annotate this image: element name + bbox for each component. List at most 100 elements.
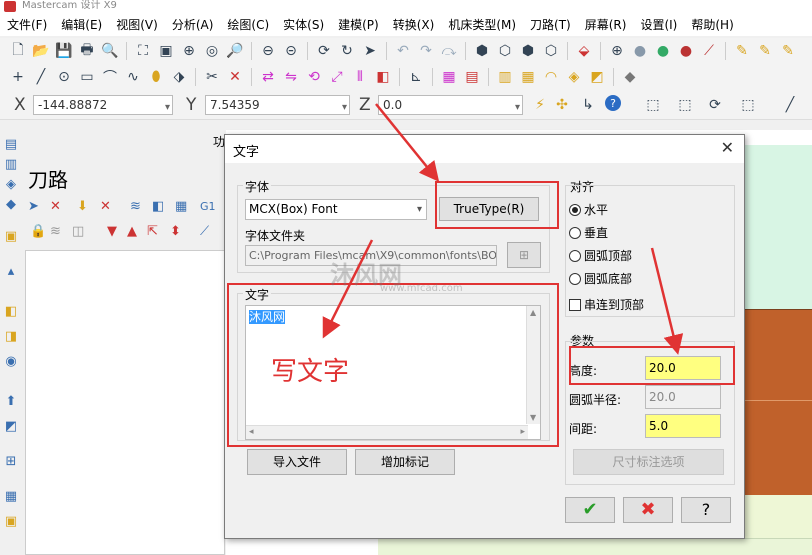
scale-icon[interactable]: ⤢ <box>327 67 347 87</box>
add-mark-button[interactable]: 增加标记 <box>355 449 455 475</box>
move-up-icon[interactable]: ▲ <box>127 224 137 239</box>
pencil-icon[interactable]: ✎ <box>732 41 752 61</box>
planes-manager-icon[interactable]: ◈ <box>3 178 19 192</box>
select-all-icon[interactable]: ⬚ <box>738 95 758 115</box>
align-arc-top-radio[interactable]: 圆弧顶部 <box>569 247 632 264</box>
menu-view[interactable]: 视图(V) <box>109 15 165 35</box>
solid-manager-icon[interactable]: ▥ <box>3 158 19 172</box>
select-window-icon[interactable]: ⬚ <box>643 95 663 115</box>
help-icon[interactable]: ? <box>605 95 621 111</box>
pencil-3-icon[interactable]: ✎ <box>778 41 798 61</box>
zoom-in-icon[interactable]: 🔎 <box>225 41 245 61</box>
surface-4-icon[interactable]: ◈ <box>564 67 584 87</box>
save-icon[interactable]: 💾 <box>54 41 74 61</box>
strip-cube-icon[interactable]: ◧ <box>3 305 19 319</box>
x-coordinate-input[interactable]: -144.88872 ▾ <box>33 95 173 115</box>
wireframe-sphere-icon[interactable]: ⊕ <box>607 41 627 61</box>
regen-icon[interactable]: ⬇ <box>77 199 88 214</box>
planes-icon[interactable]: ⬙ <box>574 41 594 61</box>
chevron-down-icon[interactable]: ▾ <box>515 99 520 117</box>
trim-icon[interactable]: ✂ <box>202 67 222 87</box>
verify-icon[interactable]: ⟳ <box>705 95 725 115</box>
dynamic-rotate-icon[interactable]: ↻ <box>337 41 357 61</box>
solid-icon[interactable]: ◧ <box>373 67 393 87</box>
circle-icon[interactable]: ⊙ <box>54 67 74 87</box>
zoom-out-icon[interactable]: ⊝ <box>281 41 301 61</box>
strip-eye-icon[interactable]: ◉ <box>3 355 19 369</box>
view-top-icon[interactable]: ⬡ <box>495 41 515 61</box>
menu-machine-type[interactable]: 机床类型(M) <box>441 15 523 35</box>
autocursor-icon[interactable]: ✣ <box>552 95 572 115</box>
strip-up-icon[interactable]: ▴ <box>3 265 19 279</box>
chevron-down-icon[interactable]: ▾ <box>165 99 170 117</box>
surface-6-icon[interactable]: ◆ <box>620 67 640 87</box>
menu-screen[interactable]: 屏幕(R) <box>578 15 634 35</box>
strip-box-icon[interactable]: ▣ <box>3 230 19 244</box>
break-icon[interactable]: ✕ <box>225 67 245 87</box>
menu-file[interactable]: 文件(F) <box>0 15 54 35</box>
rotate-xform-icon[interactable]: ⟲ <box>304 67 324 87</box>
shaded-green-icon[interactable]: ● <box>653 41 673 61</box>
view-front-icon[interactable]: ⬢ <box>518 41 538 61</box>
strip-mesh-icon[interactable]: ▦ <box>3 490 19 504</box>
new-file-icon[interactable]: 🗋 <box>8 41 28 61</box>
line-select-icon[interactable]: ╱ <box>780 95 800 115</box>
align-vertical-radio[interactable]: 垂直 <box>569 224 608 241</box>
surface-1-icon[interactable]: ▥ <box>495 67 515 87</box>
transform-icon[interactable]: ⬗ <box>169 67 189 87</box>
backplot-icon[interactable]: ≋ <box>130 199 141 214</box>
translucent-icon[interactable]: ⟋ <box>699 41 719 61</box>
menu-edit[interactable]: 编辑(E) <box>54 15 109 35</box>
browse-folder-button[interactable]: ⊞ <box>507 242 541 268</box>
strip-box-2-icon[interactable]: ▣ <box>3 515 19 529</box>
align-arc-bottom-radio[interactable]: 圆弧底部 <box>569 270 632 287</box>
insert-arrow-icon[interactable]: ⇱ <box>147 224 158 239</box>
select-chain-icon[interactable]: ⬚ <box>675 95 695 115</box>
import-file-button[interactable]: 导入文件 <box>247 449 347 475</box>
fit-icon[interactable]: ⛶ <box>133 41 153 61</box>
select-icon[interactable]: ➤ <box>360 41 380 61</box>
strip-layers-icon[interactable]: ◩ <box>3 420 19 434</box>
toolpath-tree[interactable] <box>25 250 225 555</box>
surface-2-icon[interactable]: ▦ <box>518 67 538 87</box>
verify-ops-icon[interactable]: ◧ <box>152 199 164 214</box>
help-ops-icon[interactable]: ⟋ <box>200 224 209 239</box>
redo-icon[interactable]: ↷ <box>416 41 436 61</box>
arc-icon[interactable]: ⌒ <box>100 67 120 87</box>
expand-icon[interactable]: ⬍ <box>170 224 181 239</box>
chevron-down-icon[interactable]: ▾ <box>342 99 347 117</box>
spline-icon[interactable]: ∿ <box>123 67 143 87</box>
lock-icon[interactable]: 🔒 <box>30 224 46 239</box>
toolpath-icon[interactable]: ▤ <box>3 138 19 152</box>
chevron-down-icon[interactable]: ▾ <box>417 200 422 219</box>
strip-nodes-icon[interactable]: ⊞ <box>3 455 19 469</box>
view-right-icon[interactable]: ⬡ <box>541 41 561 61</box>
cylinder-icon[interactable]: ⬮ <box>146 67 166 87</box>
line-icon[interactable]: ╱ <box>31 67 51 87</box>
surface-3-icon[interactable]: ◠ <box>541 67 561 87</box>
toggle-display-icon[interactable]: ≋ <box>50 224 61 239</box>
level-manager-icon[interactable]: ◆ <box>3 198 19 212</box>
translate-icon[interactable]: ⇄ <box>258 67 278 87</box>
repaint-icon[interactable]: ▣ <box>156 41 176 61</box>
unzoom-icon[interactable]: ⊖ <box>258 41 278 61</box>
rotate-icon[interactable]: ⟳ <box>314 41 334 61</box>
menu-solids[interactable]: 实体(S) <box>276 15 331 35</box>
mirror-icon[interactable]: ⇋ <box>281 67 301 87</box>
menu-settings[interactable]: 设置(I) <box>633 15 684 35</box>
ruler-icon[interactable]: ↳ <box>578 95 598 115</box>
move-down-icon[interactable]: ▼ <box>107 224 117 239</box>
close-icon[interactable]: ✕ <box>721 138 734 157</box>
deselect-ops-icon[interactable]: ✕ <box>50 199 61 214</box>
menu-help[interactable]: 帮助(H) <box>684 15 740 35</box>
shaded-sphere-icon[interactable]: ● <box>630 41 650 61</box>
offset-icon[interactable]: ⫴ <box>350 67 370 87</box>
chain-to-top-checkbox[interactable]: 串连到顶部 <box>569 296 644 313</box>
view-iso-icon[interactable]: ⬢ <box>472 41 492 61</box>
menu-xform[interactable]: 转换(X) <box>386 15 442 35</box>
dimension-options-button[interactable]: 尺寸标注选项 <box>573 449 724 475</box>
menu-toolpaths[interactable]: 刀路(T) <box>523 15 578 35</box>
grid-icon[interactable]: ▦ <box>439 67 459 87</box>
surface-5-icon[interactable]: ◩ <box>587 67 607 87</box>
cancel-button[interactable]: ✖ <box>623 497 673 523</box>
